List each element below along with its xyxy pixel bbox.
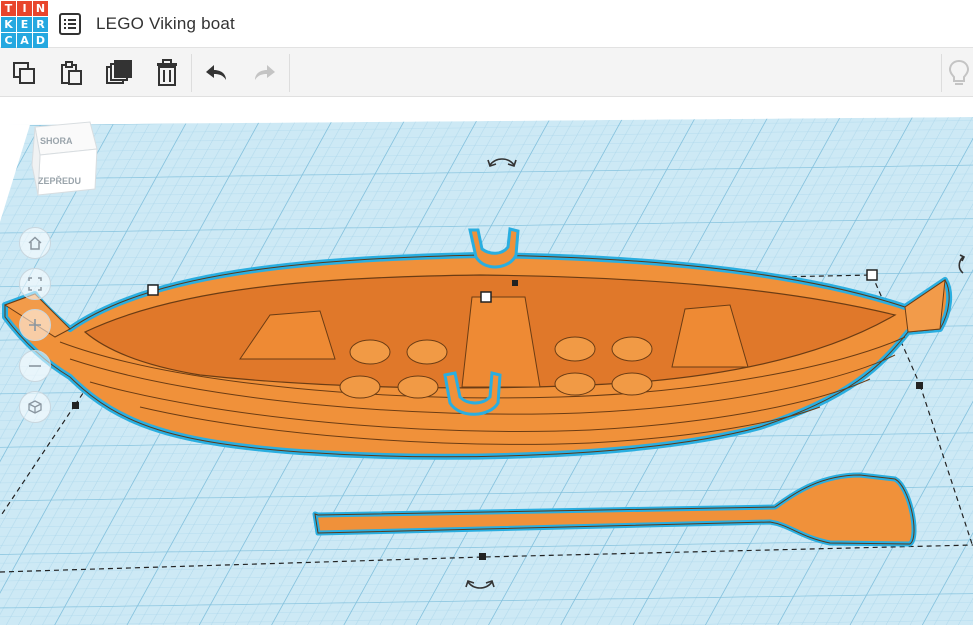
view-cube-top-label[interactable]: SHORA: [40, 136, 73, 146]
perspective-button[interactable]: [19, 391, 51, 423]
minus-icon: [29, 365, 41, 367]
logo-letter: A: [17, 33, 32, 48]
logo-letter: K: [1, 17, 16, 32]
logo-letter: I: [17, 1, 32, 16]
duplicate-icon: [106, 60, 132, 84]
design-list-button[interactable]: [58, 12, 82, 36]
undo-icon: [206, 65, 226, 80]
plus-icon: [29, 319, 41, 331]
edit-toolbar: [0, 48, 973, 97]
cube-icon: [28, 400, 42, 414]
duplicate-button[interactable]: [104, 58, 134, 88]
home-view-button[interactable]: [19, 227, 51, 259]
resize-handle[interactable]: [512, 280, 518, 286]
zoom-out-button[interactable]: [19, 350, 51, 382]
trash-icon: [157, 59, 177, 86]
logo-letter: R: [33, 17, 48, 32]
resize-handle[interactable]: [866, 269, 878, 281]
resize-handle[interactable]: [916, 382, 923, 389]
app-header: T I N K E R C A D LEGO Viking boat: [0, 0, 973, 48]
resize-handle[interactable]: [72, 402, 79, 409]
delete-button[interactable]: [152, 58, 182, 88]
resize-handle[interactable]: [147, 284, 159, 296]
hint-button[interactable]: [944, 58, 973, 88]
toolbar-divider: [289, 54, 290, 92]
logo-letter: E: [17, 17, 32, 32]
logo-letter: N: [33, 1, 48, 16]
fit-icon: [28, 277, 42, 291]
paste-button[interactable]: [56, 58, 86, 88]
toolbar-divider: [191, 54, 192, 92]
lightbulb-icon: [948, 59, 970, 85]
zoom-in-button[interactable]: [19, 309, 51, 341]
workplane-viewport[interactable]: SHORA ZEPŘEDU: [0, 97, 973, 625]
undo-button[interactable]: [202, 58, 232, 88]
redo-icon: [255, 65, 275, 80]
list-icon: [59, 13, 81, 35]
paste-icon: [61, 61, 82, 85]
copy-button[interactable]: [9, 58, 39, 88]
fit-view-button[interactable]: [19, 268, 51, 300]
view-cube-front-label[interactable]: ZEPŘEDU: [38, 175, 81, 186]
resize-handle[interactable]: [479, 553, 486, 560]
tinkercad-logo[interactable]: T I N K E R C A D: [0, 0, 48, 48]
redo-button[interactable]: [249, 58, 279, 88]
logo-letter: T: [1, 1, 16, 16]
logo-letter: D: [33, 33, 48, 48]
copy-icon: [13, 62, 35, 84]
height-handle[interactable]: [480, 291, 492, 303]
home-icon: [28, 236, 42, 250]
scene[interactable]: SHORA ZEPŘEDU: [0, 97, 973, 625]
toolbar-divider: [941, 54, 942, 92]
logo-letter: C: [1, 33, 16, 48]
view-cube[interactable]: SHORA ZEPŘEDU: [31, 121, 98, 196]
design-title[interactable]: LEGO Viking boat: [96, 14, 235, 34]
